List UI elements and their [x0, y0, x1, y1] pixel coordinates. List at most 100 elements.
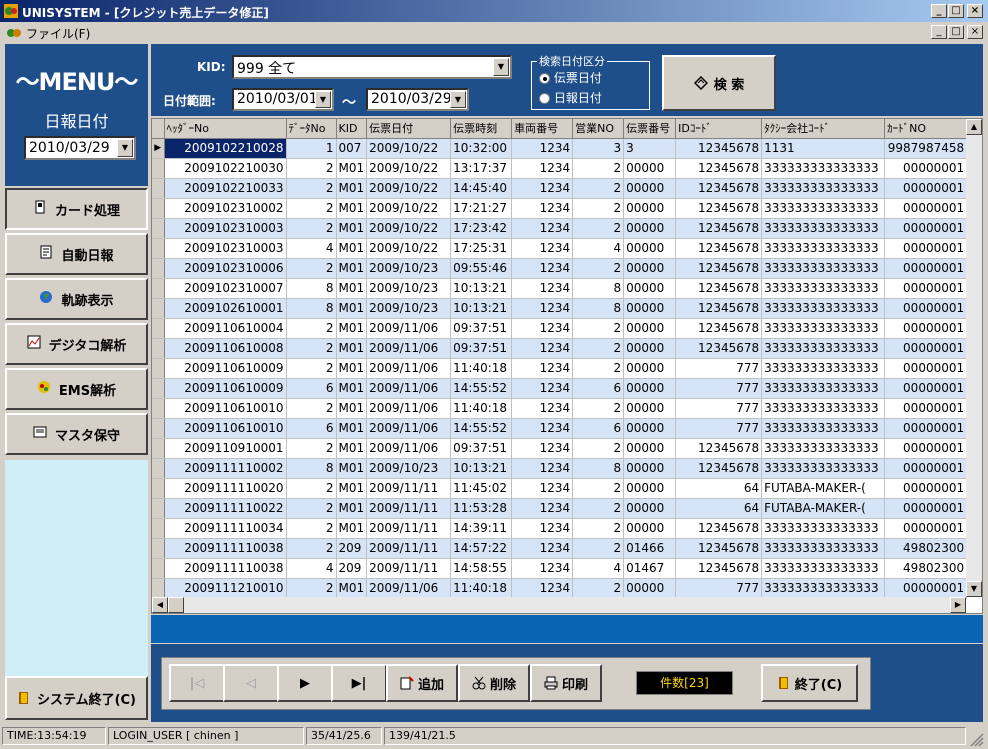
table-cell[interactable]: 2009/11/06: [366, 378, 452, 399]
table-cell[interactable]: 2: [286, 538, 337, 559]
chevron-down-icon[interactable]: ▼: [493, 58, 509, 76]
table-cell[interactable]: 2009/11/11: [366, 538, 452, 559]
table-cell[interactable]: 333333333333333: [761, 378, 886, 399]
column-header[interactable]: 営業NO: [572, 119, 625, 139]
table-cell[interactable]: 6: [286, 418, 337, 439]
resize-grip-icon[interactable]: [968, 731, 984, 747]
table-cell[interactable]: 2009/11/06: [366, 578, 452, 599]
table-cell[interactable]: 1234: [511, 518, 574, 539]
scroll-left-icon[interactable]: ◀: [152, 597, 168, 613]
row-header[interactable]: [152, 338, 165, 359]
row-header[interactable]: [152, 258, 165, 279]
table-cell[interactable]: 2: [286, 338, 337, 359]
table-cell[interactable]: 1234: [511, 458, 574, 479]
table-cell[interactable]: 12345678: [675, 458, 763, 479]
table-cell[interactable]: 00000: [623, 178, 677, 199]
table-cell[interactable]: 1234: [511, 198, 574, 219]
table-cell[interactable]: 1234: [511, 538, 574, 559]
table-cell[interactable]: 333333333333333: [761, 558, 886, 579]
delete-button[interactable]: 削除: [458, 664, 530, 702]
table-row[interactable]: 2009111110034 2 M01 2009/11/11 14:39:11 1234 2…: [152, 518, 968, 539]
table-cell[interactable]: 8: [572, 298, 625, 319]
table-cell[interactable]: 12345678: [675, 278, 763, 299]
table-cell[interactable]: 12345678: [675, 178, 763, 199]
table-cell[interactable]: 1131: [761, 138, 886, 159]
table-cell[interactable]: 2: [572, 178, 625, 199]
table-row[interactable]: 2009110610010 6 M01 2009/11/06 14:55:52 1234 6…: [152, 418, 968, 439]
column-header[interactable]: ﾀｸｼｰ会社ｺｰﾄﾞ: [761, 119, 886, 139]
table-cell[interactable]: 2009/11/06: [366, 358, 452, 379]
table-cell[interactable]: 777: [675, 578, 763, 599]
table-cell[interactable]: 2009110610009: [164, 378, 287, 399]
table-cell[interactable]: 2009/10/22: [366, 138, 452, 159]
row-header[interactable]: [152, 238, 165, 259]
table-cell[interactable]: 8: [572, 278, 625, 299]
table-cell[interactable]: 1234: [511, 398, 574, 419]
table-cell[interactable]: 1: [286, 138, 337, 159]
table-cell[interactable]: 2009111210010: [164, 578, 287, 599]
column-header[interactable]: ｶｰﾄﾞNO: [884, 119, 968, 139]
row-header[interactable]: [152, 538, 165, 559]
table-cell[interactable]: 2: [572, 438, 625, 459]
table-cell[interactable]: 2009110610010: [164, 398, 287, 419]
column-header[interactable]: 伝票日付: [366, 119, 452, 139]
table-row[interactable]: 2009111210010 2 M01 2009/11/06 11:40:18 1234 2…: [152, 578, 968, 599]
row-header[interactable]: [152, 478, 165, 499]
table-cell[interactable]: 2009111110020: [164, 478, 287, 499]
table-cell[interactable]: 2: [286, 258, 337, 279]
row-header[interactable]: [152, 578, 165, 599]
table-cell[interactable]: 00000001: [884, 318, 968, 339]
table-cell[interactable]: 4: [286, 238, 337, 259]
table-cell[interactable]: 09:37:51: [450, 338, 513, 359]
table-cell[interactable]: 11:53:28: [450, 498, 513, 519]
table-cell[interactable]: 12345678: [675, 318, 763, 339]
table-cell[interactable]: 09:55:46: [450, 258, 513, 279]
table-cell[interactable]: 3: [572, 138, 625, 159]
table-cell[interactable]: M01: [336, 158, 368, 179]
table-cell[interactable]: 2009/11/06: [366, 318, 452, 339]
table-cell[interactable]: 09:37:51: [450, 438, 513, 459]
table-cell[interactable]: 14:39:11: [450, 518, 513, 539]
date-to-combo[interactable]: 2010/03/29 ▼: [366, 88, 469, 111]
table-cell[interactable]: 00000001: [884, 418, 968, 439]
table-cell[interactable]: 2009111110034: [164, 518, 287, 539]
row-header[interactable]: [152, 358, 165, 379]
table-cell[interactable]: 2: [572, 518, 625, 539]
table-cell[interactable]: 2: [572, 338, 625, 359]
table-cell[interactable]: 333333333333333: [761, 418, 886, 439]
table-row[interactable]: 2009111110002 8 M01 2009/10/23 10:13:21 1234 8…: [152, 458, 968, 479]
table-cell[interactable]: 2009102310003: [164, 218, 287, 239]
scroll-up-icon[interactable]: ▲: [966, 119, 982, 135]
table-cell[interactable]: 00000001: [884, 438, 968, 459]
table-cell[interactable]: 777: [675, 358, 763, 379]
table-cell[interactable]: 2: [572, 358, 625, 379]
table-cell[interactable]: 17:21:27: [450, 198, 513, 219]
row-header[interactable]: [152, 458, 165, 479]
table-cell[interactable]: 2009111110038: [164, 558, 287, 579]
vertical-scrollbar[interactable]: ▲ ▼: [966, 119, 982, 597]
table-cell[interactable]: 3: [623, 138, 677, 159]
table-cell[interactable]: 00000001: [884, 578, 968, 599]
column-header[interactable]: 車両番号: [511, 119, 574, 139]
table-cell[interactable]: M01: [336, 338, 368, 359]
last-record-button[interactable]: ▶|: [331, 664, 387, 702]
table-cell[interactable]: 777: [675, 418, 763, 439]
row-header[interactable]: [152, 278, 165, 299]
table-cell[interactable]: 00000001: [884, 398, 968, 419]
table-cell[interactable]: 00000: [623, 498, 677, 519]
table-cell[interactable]: 12345678: [675, 158, 763, 179]
table-row[interactable]: 2009102610001 8 M01 2009/10/23 10:13:21 1234 8…: [152, 298, 968, 319]
table-cell[interactable]: 00000: [623, 478, 677, 499]
table-cell[interactable]: 2009102310006: [164, 258, 287, 279]
table-cell[interactable]: 2: [286, 578, 337, 599]
table-cell[interactable]: 2009/11/11: [366, 518, 452, 539]
table-cell[interactable]: 2009102310003: [164, 238, 287, 259]
table-cell[interactable]: 12345678: [675, 518, 763, 539]
nav-button-4[interactable]: EMS解析: [5, 368, 148, 410]
table-cell[interactable]: M01: [336, 178, 368, 199]
table-cell[interactable]: 2: [286, 518, 337, 539]
table-cell[interactable]: 9987987458: [884, 138, 968, 159]
table-cell[interactable]: 00000: [623, 458, 677, 479]
table-cell[interactable]: 1234: [511, 498, 574, 519]
date-from-combo[interactable]: 2010/03/01 ▼: [232, 88, 334, 111]
